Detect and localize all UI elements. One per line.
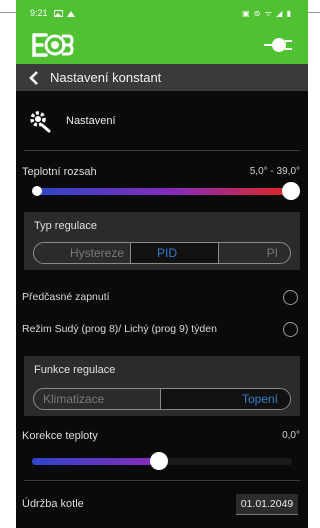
temp-correction-slider-track[interactable] <box>32 458 162 465</box>
gear-wrench-icon <box>30 111 51 133</box>
edge-mark-right <box>308 12 320 13</box>
gallery-icon <box>53 9 63 17</box>
regulation-function-panel: Funkce regulace Klimatizace Topení <box>24 356 300 416</box>
early-on-radio[interactable] <box>283 289 298 305</box>
boiler-service-label: Údržba kotle <box>22 498 84 510</box>
option-hystereze[interactable]: Hystereze <box>34 243 130 263</box>
chevron-left-icon[interactable] <box>28 70 40 85</box>
regulation-function-title: Funkce regulace <box>34 364 116 376</box>
status-time: 9:21 <box>30 8 48 18</box>
temp-correction-slider-remainder[interactable] <box>162 458 292 465</box>
early-on-label: Předčasné zapnutí <box>22 291 110 303</box>
even-odd-radio[interactable] <box>283 321 298 337</box>
regulation-type-segmented: Hystereze PID PI <box>33 242 291 264</box>
status-bar: 9:21 ▣ ⊜ ᯤ ◢ ▮ <box>16 0 308 26</box>
temp-range-low-handle[interactable] <box>32 186 42 196</box>
nav-bar: Nastavení konstant <box>16 64 308 91</box>
plug-icon[interactable] <box>264 33 292 57</box>
temp-range-label: Teplotní rozsah <box>22 166 97 178</box>
option-topeni[interactable]: Topení <box>160 389 290 409</box>
temp-range-value: 5,0° - 39,0° <box>249 166 300 177</box>
temp-range-slider-track[interactable] <box>38 188 292 195</box>
divider <box>24 150 300 151</box>
regulation-type-title: Typ regulace <box>34 220 97 232</box>
page-title: Nastavení konstant <box>50 70 162 85</box>
temp-correction-handle[interactable] <box>150 452 168 470</box>
notification-icon <box>66 10 75 17</box>
settings-label: Nastavení <box>66 115 116 127</box>
status-right-icons: ▣ ⊜ ᯤ ◢ ▮ <box>241 9 292 18</box>
option-pi[interactable]: PI <box>218 243 290 263</box>
option-klimatizace[interactable]: Klimatizace <box>34 389 160 409</box>
boiler-service-date-field[interactable]: 01.01.2049 <box>236 494 298 515</box>
edge-mark-left <box>0 12 16 13</box>
early-on-row[interactable]: Předčasné zapnutí <box>16 286 308 308</box>
regulation-type-panel: Typ regulace Hystereze PID PI <box>24 212 300 270</box>
eob-logo <box>32 33 74 57</box>
settings-header: Nastavení <box>16 104 308 138</box>
status-left-icons <box>53 9 75 17</box>
option-pid[interactable]: PID <box>130 243 218 263</box>
temp-range-high-handle[interactable] <box>282 182 300 200</box>
divider <box>24 480 300 481</box>
regulation-function-segmented: Klimatizace Topení <box>33 388 291 410</box>
temp-correction-label: Korekce teploty <box>22 430 98 442</box>
app-bar <box>16 26 308 64</box>
even-odd-label: Režim Sudý (prog 8)/ Lichý (prog 9) týde… <box>22 323 217 335</box>
even-odd-row[interactable]: Režim Sudý (prog 8)/ Lichý (prog 9) týde… <box>16 318 308 340</box>
phone-screen: 9:21 ▣ ⊜ ᯤ ◢ ▮ Nastavení konstant Nastav… <box>16 0 308 528</box>
temp-correction-value: 0,0° <box>282 430 300 441</box>
